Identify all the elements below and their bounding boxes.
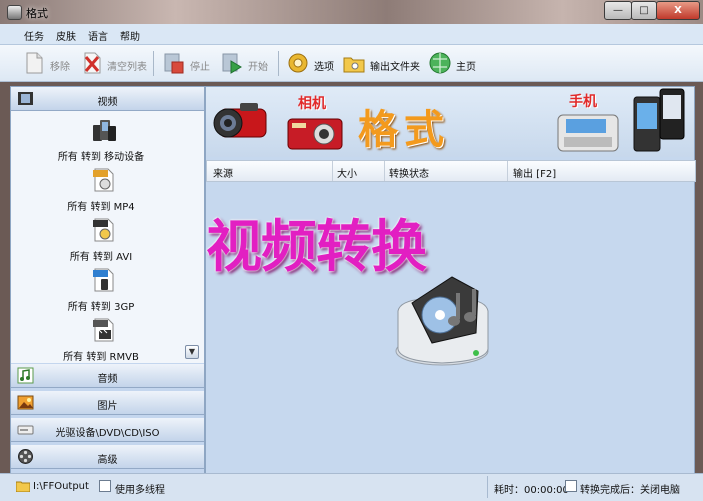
menu-language[interactable]: 语言 xyxy=(88,28,108,43)
format-label: 所有 转到 MP4 xyxy=(67,202,135,213)
column-source[interactable]: 来源 xyxy=(213,165,233,180)
banner-format-label: 格式 xyxy=(358,107,450,153)
remove-icon[interactable] xyxy=(23,51,45,75)
menu-bar: 任务 皮肤 语言 帮助 xyxy=(0,24,703,45)
clear-list-icon[interactable] xyxy=(81,51,103,75)
task-panel: 相机 格式 手机 来源 大小 转换状态 输出 [F2] 视频转换 xyxy=(205,86,696,474)
after-done-label: 转换完成后：关闭电脑 xyxy=(580,485,680,496)
rmvb-file-icon xyxy=(93,318,114,342)
camcorder-icon xyxy=(213,103,267,138)
status-divider xyxy=(487,476,488,498)
folder-icon[interactable] xyxy=(16,480,30,492)
stop-button[interactable]: 停止 xyxy=(190,58,210,73)
format-factory-logo xyxy=(395,276,489,366)
banner: 相机 格式 手机 xyxy=(206,87,694,157)
clear-list-button[interactable]: 清空列表 xyxy=(107,58,147,73)
format-label: 所有 转到 移动设备 xyxy=(57,152,145,163)
category-advanced[interactable]: 高级 xyxy=(11,445,204,469)
maximize-button[interactable]: □ xyxy=(631,1,657,20)
minimize-button[interactable]: — xyxy=(604,1,632,20)
category-advanced-label: 高级 xyxy=(97,455,118,466)
category-optical-label: 光驱设备\DVD\CD\ISO xyxy=(55,428,160,439)
title-bar: 格式 — □ X xyxy=(0,0,703,24)
3gp-file-icon xyxy=(93,268,114,292)
multithread-checkbox[interactable] xyxy=(99,480,111,492)
window-title: 格式 xyxy=(26,7,48,20)
column-status[interactable]: 转换状态 xyxy=(389,165,429,180)
table-header: 来源 大小 转换状态 输出 [F2] xyxy=(206,160,696,182)
category-picture[interactable]: 图片 xyxy=(11,391,204,415)
mobile-phone-icon xyxy=(633,88,685,152)
format-list: 所有 转到 移动设备 所有 转到 MP4 所有 转到 AVI 所有 转到 3GP… xyxy=(11,111,204,363)
start-button[interactable]: 开始 xyxy=(248,58,268,73)
close-button[interactable]: X xyxy=(656,1,700,20)
banner-camera-label: 相机 xyxy=(298,96,326,112)
category-video[interactable]: 视频 xyxy=(11,87,204,111)
format-label: 所有 转到 RMVB xyxy=(63,352,139,363)
column-divider[interactable] xyxy=(507,161,508,181)
homepage-button[interactable]: 主页 xyxy=(456,58,476,73)
toolbar-separator xyxy=(278,51,279,76)
elapsed-time: 耗时：00:00:00 xyxy=(494,485,569,496)
toolbar: 移除 清空列表 停止 开始 选项 输出文件夹 主页 xyxy=(0,45,703,82)
folder-icon[interactable] xyxy=(343,51,365,75)
list-item[interactable]: 所有 转到 3GP xyxy=(11,265,191,315)
mp4-file-icon xyxy=(93,168,114,192)
avi-file-icon xyxy=(93,218,114,242)
column-divider[interactable] xyxy=(384,161,385,181)
toolbar-separator xyxy=(153,51,154,76)
list-item[interactable]: 所有 转到 AVI xyxy=(11,215,191,265)
format-label: 所有 转到 AVI xyxy=(69,252,133,263)
list-item[interactable]: 所有 转到 移动设备 xyxy=(11,115,191,165)
stop-icon[interactable] xyxy=(163,51,185,75)
category-video-label: 视频 xyxy=(97,97,118,108)
menu-help[interactable]: 帮助 xyxy=(120,28,140,43)
menu-skin[interactable]: 皮肤 xyxy=(56,28,76,43)
menu-task[interactable]: 任务 xyxy=(24,28,44,43)
category-audio-label: 音频 xyxy=(97,374,118,385)
options-button[interactable]: 选项 xyxy=(314,58,334,73)
format-label: 所有 转到 3GP xyxy=(67,302,135,313)
category-picture-label: 图片 xyxy=(97,401,118,412)
list-item[interactable]: 所有 转到 RMVB xyxy=(11,315,191,365)
mobile-devices-icon xyxy=(93,120,116,141)
column-output[interactable]: 输出 [F2] xyxy=(513,165,556,180)
scroll-down-button[interactable]: ▼ xyxy=(185,345,199,359)
output-folder-button[interactable]: 输出文件夹 xyxy=(370,58,420,73)
app-icon[interactable] xyxy=(7,5,22,20)
status-bar: I:\FFOutput 使用多线程 耗时：00:00:00 转换完成后：关闭电脑 xyxy=(0,473,703,501)
shutdown-checkbox[interactable] xyxy=(565,480,577,492)
category-optical[interactable]: 光驱设备\DVD\CD\ISO xyxy=(11,418,204,442)
list-item[interactable]: 所有 转到 MP4 xyxy=(11,165,191,215)
smartphone-icon xyxy=(557,114,619,152)
multithread-label: 使用多线程 xyxy=(115,485,165,496)
column-size[interactable]: 大小 xyxy=(337,165,357,180)
globe-icon[interactable] xyxy=(429,51,451,75)
camera-icon xyxy=(287,118,343,150)
output-path[interactable]: I:\FFOutput xyxy=(33,481,89,492)
category-audio[interactable]: 音频 xyxy=(11,364,204,388)
start-icon[interactable] xyxy=(221,51,243,75)
remove-button[interactable]: 移除 xyxy=(50,58,70,73)
options-icon[interactable] xyxy=(287,51,309,75)
column-divider[interactable] xyxy=(332,161,333,181)
category-panel: 视频 所有 转到 移动设备 所有 转到 MP4 所有 转到 AVI 所有 转到 … xyxy=(10,86,205,474)
